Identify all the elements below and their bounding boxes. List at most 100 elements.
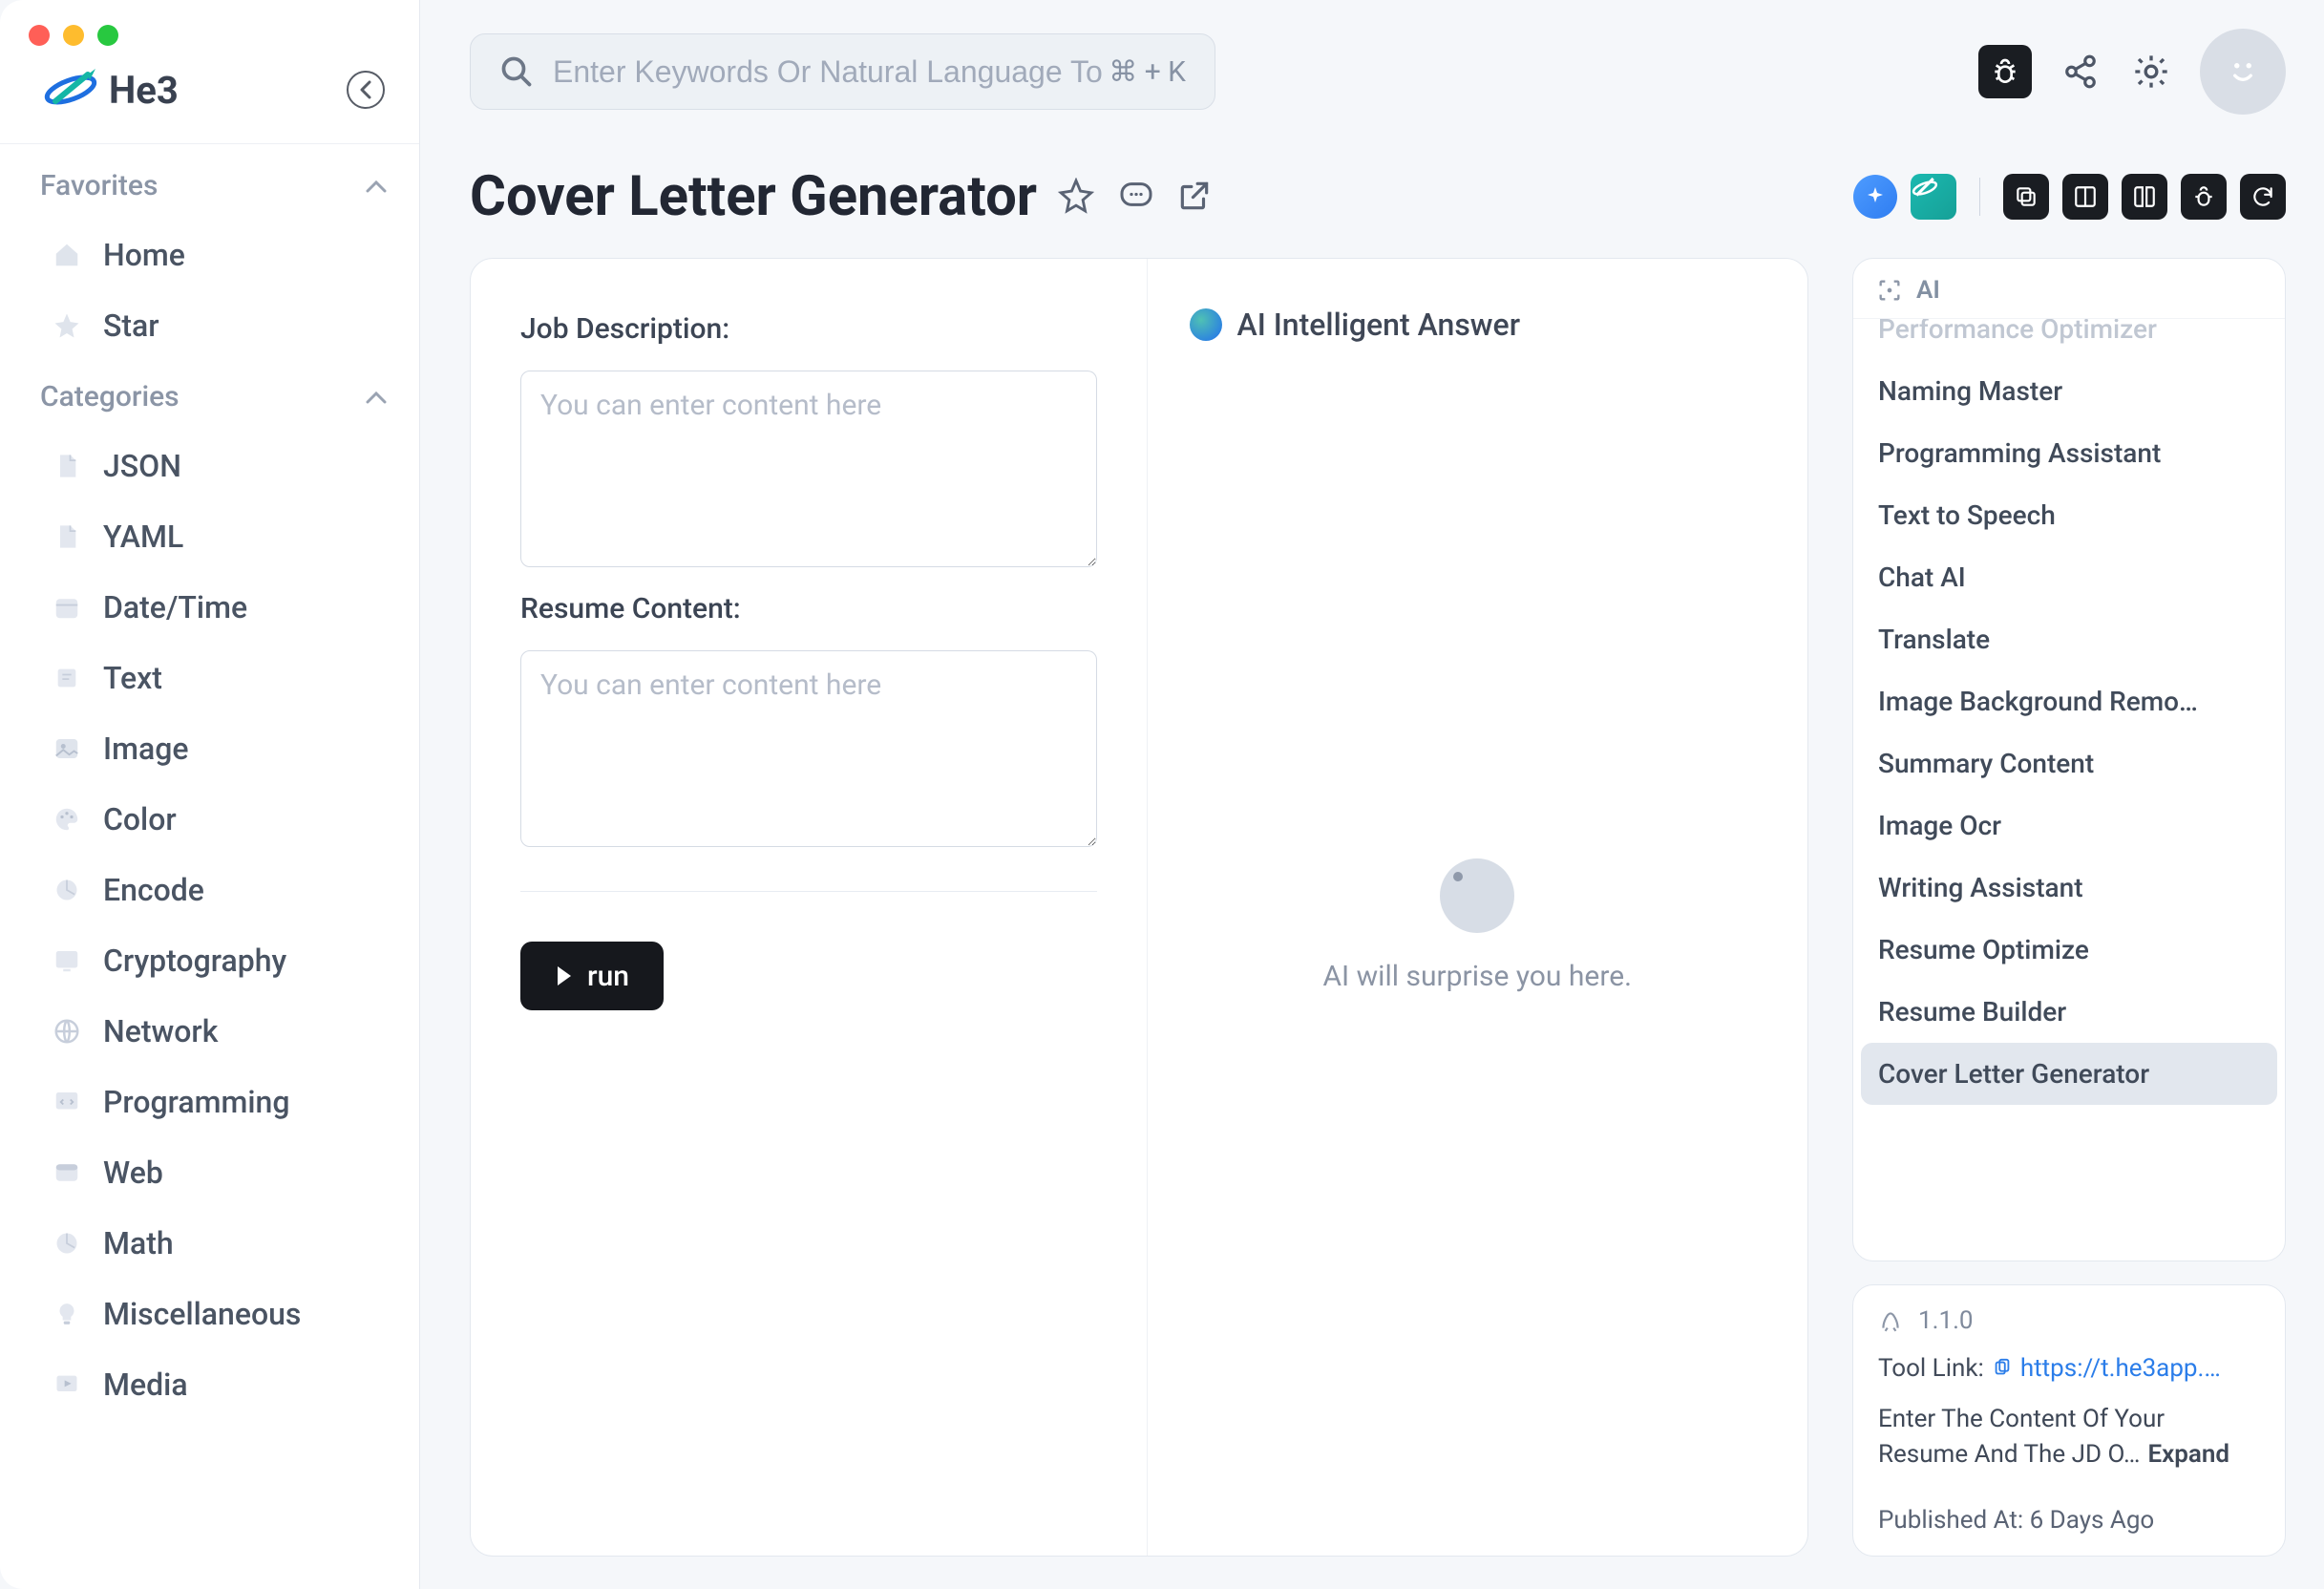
share-icon [2062,53,2099,90]
sidebar-item-date-time[interactable]: Date/Time [40,572,387,643]
ai-tool-item[interactable]: Resume Optimize [1861,919,2277,981]
ai-tool-item[interactable]: Image Ocr [1861,794,2277,857]
sidebar-item-star[interactable]: Star [40,290,387,361]
sidebar-item-json[interactable]: JSON [40,431,387,501]
resume-content-input[interactable] [520,650,1097,847]
sidebar-item-web[interactable]: Web [40,1137,387,1208]
brand-logo-icon [42,67,99,113]
sidebar-item-miscellaneous[interactable]: Miscellaneous [40,1279,387,1349]
ai-tools-heading: AI [1916,276,1940,305]
search-bar[interactable]: ⌘ + K [470,33,1215,110]
categories-header[interactable]: Categories [40,380,387,413]
favorites-label: Favorites [40,169,158,202]
split-view-button[interactable] [2062,174,2108,220]
search-input[interactable] [553,54,1109,90]
sidebar-item-label: Cryptography [103,943,286,979]
docs-button[interactable] [2122,174,2167,220]
open-external-button[interactable] [1176,178,1215,216]
orbit-icon [1911,174,1939,202]
window-controls [0,0,419,46]
ai-tool-item-partial[interactable]: Performance Optimizer [1861,319,2277,360]
copy-icon [2014,184,2039,209]
close-window-icon[interactable] [29,25,50,46]
ai-tool-item[interactable]: Programming Assistant [1861,422,2277,484]
brand[interactable]: He3 [42,67,179,113]
ai-tool-item[interactable]: Text to Speech [1861,484,2277,546]
maximize-window-icon[interactable] [97,25,118,46]
ai-brand-button[interactable] [1911,174,1956,220]
sidebar-item-home[interactable]: Home [40,220,387,290]
ai-tool-item[interactable]: Naming Master [1861,360,2277,422]
copy-link-icon[interactable] [1992,1358,2013,1379]
share-button[interactable] [2059,50,2102,94]
search-icon [499,54,534,89]
book-icon [2132,184,2157,209]
sidebar-item-image[interactable]: Image [40,713,387,784]
sidebar-item-encode[interactable]: Encode [40,855,387,925]
sidebar-item-label: Network [103,1013,218,1049]
gear-icon [2132,53,2170,91]
refresh-button[interactable] [2240,174,2286,220]
answer-heading-text: AI Intelligent Answer [1237,307,1521,343]
category-icon [50,661,84,695]
ai-tool-item[interactable]: Image Background Remo… [1861,670,2277,732]
chevron-up-icon [366,391,387,404]
star-icon [50,308,84,343]
sidebar-item-network[interactable]: Network [40,996,387,1067]
category-icon [50,1226,84,1261]
topbar-actions [1978,29,2286,115]
sidebar-item-cryptography[interactable]: Cryptography [40,925,387,996]
ai-tool-item[interactable]: Cover Letter Generator [1861,1043,2277,1105]
favorites-header[interactable]: Favorites [40,169,387,202]
expand-button[interactable]: Expand [2147,1440,2229,1469]
sidebar-item-math[interactable]: Math [40,1208,387,1279]
page-title: Cover Letter Generator [470,164,1037,229]
input-panel: Job Description: Resume Content: run [471,259,1148,1556]
ai-tool-item[interactable]: Writing Assistant [1861,857,2277,919]
ai-sparkle-button[interactable] [1853,175,1897,219]
ai-tools-list[interactable]: Performance Optimizer Naming MasterProgr… [1853,319,2285,1261]
run-button[interactable]: run [520,942,664,1010]
sidebar-item-color[interactable]: Color [40,784,387,855]
sidebar-item-media[interactable]: Media [40,1349,387,1420]
play-icon [555,964,574,987]
ai-tool-item[interactable]: Resume Builder [1861,981,2277,1043]
ai-tool-item[interactable]: Chat AI [1861,546,2277,608]
version-row: 1.1.0 [1878,1306,2260,1335]
avatar[interactable] [2200,29,2286,115]
category-icon [50,590,84,625]
sidebar-collapse-button[interactable] [347,71,385,109]
comment-button[interactable] [1117,178,1155,216]
sidebar-item-text[interactable]: Text [40,643,387,713]
sidebar-item-yaml[interactable]: YAML [40,501,387,572]
sidebar-item-label: Image [103,731,188,767]
sidebar-item-label: Text [103,660,162,696]
sidebar-item-label: Web [103,1155,163,1191]
category-icon [50,519,84,554]
brand-name: He3 [109,68,179,113]
copy-button[interactable] [2003,174,2049,220]
sidebar-item-label: Color [103,801,177,837]
debug-button[interactable] [2181,174,2227,220]
sidebar-item-programming[interactable]: Programming [40,1067,387,1137]
chat-icon [1117,178,1155,216]
sidebar-item-label: Math [103,1225,174,1261]
minimize-window-icon[interactable] [63,25,84,46]
favorite-button[interactable] [1058,178,1096,216]
sparkle-icon [1864,185,1887,208]
category-icon [50,1085,84,1119]
sidebar-item-label: Miscellaneous [103,1296,301,1332]
category-icon [50,1297,84,1331]
star-outline-icon [1058,178,1094,214]
sidebar-item-label: JSON [103,448,181,484]
topbar: ⌘ + K [470,0,2286,130]
category-icon [50,1367,84,1402]
settings-button[interactable] [2129,50,2173,94]
tool-link-label: Tool Link: [1878,1354,1984,1383]
ai-tool-item[interactable]: Translate [1861,608,2277,670]
tool-link[interactable]: https://t.he3app.… [2020,1354,2221,1383]
ghost-icon [1440,858,1514,933]
ai-tool-item[interactable]: Summary Content [1861,732,2277,794]
bug-report-button[interactable] [1978,45,2032,98]
job-description-input[interactable] [520,371,1097,567]
